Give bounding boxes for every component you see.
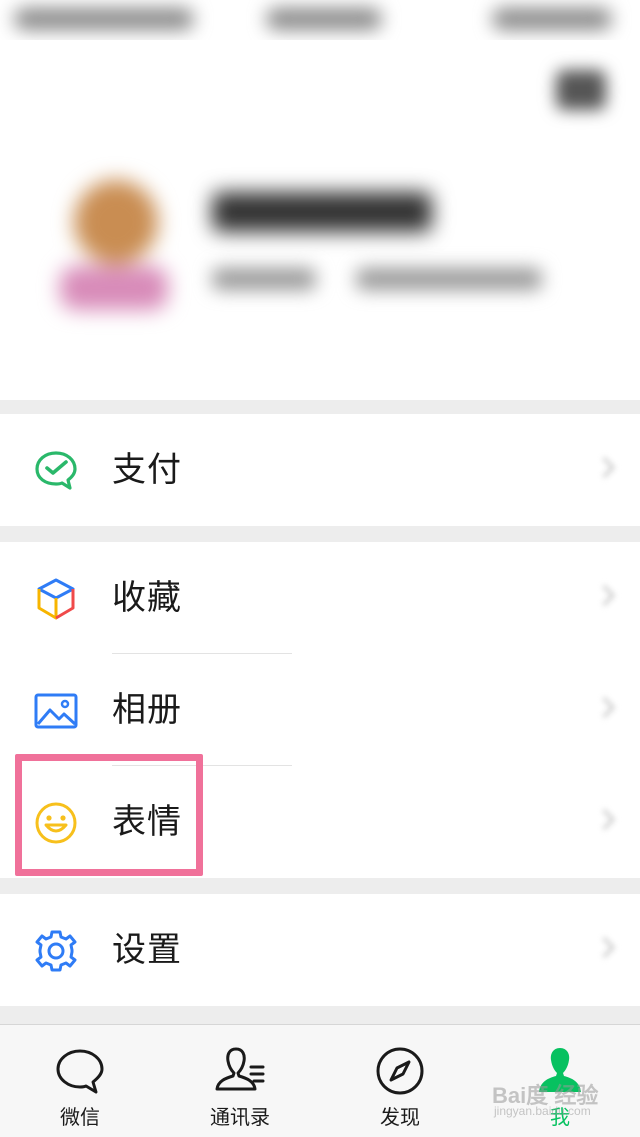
tab-chats[interactable]: 微信 [0, 1025, 160, 1137]
menu-label-settings: 设置 [112, 930, 182, 970]
profile-id-value [356, 268, 542, 290]
menu-label-favorites: 收藏 [112, 578, 182, 618]
chevron-right-icon [593, 584, 616, 607]
me-screen: 支付 收藏 相册 表情 设置 微信 通讯录 发现 我 Bai度 经验 jingy… [0, 0, 640, 1137]
menu-group-pay: 支付 [0, 414, 640, 526]
profile-id-label [212, 268, 316, 290]
avatar[interactable] [60, 180, 168, 310]
gear-icon [35, 930, 77, 972]
menu-item-stickers[interactable]: 表情 [0, 766, 640, 878]
photo-album-icon [34, 693, 78, 729]
chat-bubble-icon [56, 1049, 104, 1094]
status-time [266, 8, 382, 30]
compass-icon [376, 1047, 424, 1095]
status-bar [0, 0, 640, 40]
camera-icon[interactable] [556, 70, 606, 110]
tab-me[interactable]: 我 [480, 1025, 640, 1137]
status-battery [492, 8, 612, 30]
tab-discover[interactable]: 发现 [320, 1025, 480, 1137]
menu-label-album: 相册 [112, 690, 182, 730]
menu-label-pay: 支付 [112, 450, 182, 490]
menu-item-pay[interactable]: 支付 [0, 414, 640, 526]
tab-label-discover: 发现 [380, 1105, 420, 1129]
tab-label-contacts: 通讯录 [210, 1105, 270, 1129]
smiley-icon [35, 802, 77, 844]
tab-label-chats: 微信 [60, 1105, 100, 1129]
menu-item-settings[interactable]: 设置 [0, 894, 640, 1006]
menu-group-settings: 设置 [0, 894, 640, 1006]
chevron-right-icon [593, 936, 616, 959]
chevron-right-icon [593, 696, 616, 719]
menu-item-album[interactable]: 相册 [0, 654, 640, 766]
tab-label-me: 我 [550, 1105, 570, 1129]
chevron-right-icon [593, 808, 616, 831]
profile-header[interactable] [0, 40, 640, 400]
person-icon [539, 1048, 581, 1092]
profile-name [212, 192, 432, 232]
menu-item-favorites[interactable]: 收藏 [0, 542, 640, 654]
contacts-icon [215, 1047, 265, 1091]
tab-contacts[interactable]: 通讯录 [160, 1025, 320, 1137]
tab-bar: 微信 通讯录 发现 我 [0, 1024, 640, 1137]
favorites-cube-icon [37, 578, 75, 620]
status-carrier [14, 8, 194, 30]
menu-group-content: 收藏 相册 表情 [0, 542, 640, 878]
menu-label-stickers: 表情 [112, 802, 182, 842]
chevron-right-icon [593, 456, 616, 479]
wechat-pay-icon [35, 451, 77, 490]
